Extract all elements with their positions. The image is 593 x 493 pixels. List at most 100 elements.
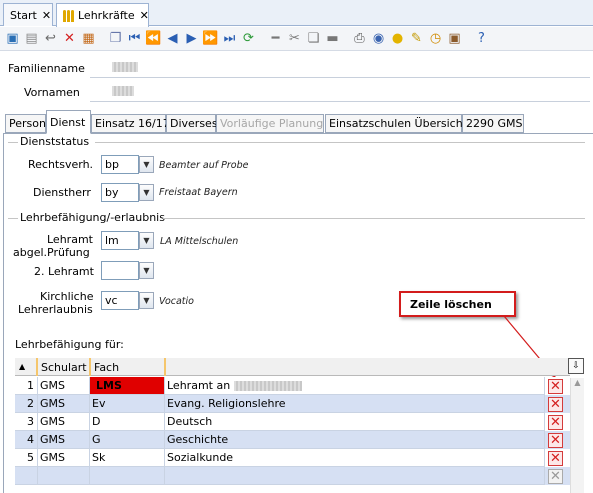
- cell-fach[interactable]: Ev: [90, 395, 165, 413]
- delete-row-icon[interactable]: ✕: [548, 433, 563, 448]
- table-row[interactable]: 1 GMS LMS Lehramt an: [15, 377, 570, 395]
- chevron-down-icon[interactable]: ▼: [139, 184, 154, 201]
- group-divider: [95, 142, 585, 143]
- cell-fach[interactable]: Sk: [90, 449, 165, 467]
- dienstherr-select[interactable]: by: [101, 183, 139, 202]
- delete-row-icon[interactable]: ✕: [548, 415, 563, 430]
- cell-fach[interactable]: G: [90, 431, 165, 449]
- cell-fach[interactable]: LMS: [90, 377, 165, 395]
- cell-bezeichnung[interactable]: [165, 467, 545, 485]
- cell-schulart[interactable]: GMS: [38, 431, 90, 449]
- cell-schulart[interactable]: [38, 467, 90, 485]
- lehramt2-label: 2. Lehramt: [34, 265, 94, 278]
- clock-icon[interactable]: ◷: [427, 30, 444, 48]
- rechtsverh-select[interactable]: bp: [101, 155, 139, 174]
- print-icon[interactable]: ⎙: [351, 30, 368, 48]
- doc-tab-lehrkraefte-label: Lehrkräfte: [78, 9, 135, 22]
- redacted-value: [112, 62, 138, 72]
- tab-2290-gms[interactable]: 2290 GMS: [462, 114, 524, 133]
- chevron-down-icon[interactable]: ▼: [139, 156, 154, 173]
- col-header-bezeichnung[interactable]: [164, 358, 544, 376]
- kirchliche-label-2: Lehrerlaubnis: [18, 303, 93, 316]
- refresh-icon[interactable]: ⟳: [240, 30, 257, 48]
- vornamen-field[interactable]: [90, 80, 590, 102]
- preview-icon[interactable]: ◉: [370, 30, 387, 48]
- cell-bezeichnung[interactable]: Evang. Religionslehre: [165, 395, 545, 413]
- doc-tab-start[interactable]: Start ✕: [3, 3, 53, 26]
- delete-row-icon: ✕: [548, 469, 563, 484]
- prev-icon[interactable]: ◀: [164, 30, 181, 48]
- cell-schulart[interactable]: GMS: [38, 377, 90, 395]
- copy2-icon[interactable]: ❏: [305, 30, 322, 48]
- row-number: [15, 467, 38, 485]
- undo-icon[interactable]: ↩: [42, 30, 59, 48]
- tab-vorlaeufige-planung: Vorläufige Planung: [216, 114, 324, 133]
- close-icon[interactable]: ✕: [140, 9, 149, 22]
- chevron-down-icon[interactable]: ▼: [139, 292, 154, 309]
- col-header-schulart[interactable]: Schulart: [36, 358, 89, 376]
- table-row-new[interactable]: [15, 467, 570, 485]
- new-icon[interactable]: ▣: [4, 30, 21, 48]
- tab-diverses[interactable]: Diverses: [166, 114, 218, 133]
- bulb-icon[interactable]: ●: [389, 30, 406, 48]
- dienststatus-title: Dienststatus: [20, 135, 90, 148]
- kirchliche-select[interactable]: vc: [101, 291, 139, 310]
- copy-icon[interactable]: ❐: [107, 30, 124, 48]
- paste-icon[interactable]: ▬: [324, 30, 341, 48]
- minus-icon[interactable]: ━: [267, 30, 284, 48]
- lehramt-label-2: abgel.Prüfung: [13, 246, 90, 259]
- dienstherr-desc: Freistaat Bayern: [159, 187, 238, 198]
- familienname-label: Familienname: [8, 62, 85, 75]
- row-number: 4: [15, 431, 38, 449]
- help-icon[interactable]: ?: [473, 30, 490, 48]
- lehramt-desc: LA Mittelschulen: [160, 236, 239, 247]
- delete-row-icon[interactable]: ✕: [548, 397, 563, 412]
- prev-page-icon[interactable]: ⏪: [145, 30, 162, 48]
- table-row[interactable]: 4 GMS G Geschichte: [15, 431, 570, 449]
- delete-icon[interactable]: ✕: [61, 30, 78, 48]
- sort-up-icon[interactable]: ▲: [19, 362, 25, 371]
- next-page-icon[interactable]: ⏩: [202, 30, 219, 48]
- rechtsverh-label: Rechtsverh.: [28, 158, 94, 171]
- table-row[interactable]: 3 GMS D Deutsch: [15, 413, 570, 431]
- chevron-down-icon[interactable]: ▼: [139, 232, 154, 249]
- tab-person[interactable]: Person: [5, 114, 46, 133]
- next-icon[interactable]: ▶: [183, 30, 200, 48]
- tab-dienst[interactable]: Dienst: [46, 110, 91, 134]
- col-header-fach[interactable]: Fach: [89, 358, 164, 376]
- last-icon[interactable]: ⏭: [221, 30, 238, 48]
- cut-icon[interactable]: ✂: [286, 30, 303, 48]
- settings-icon[interactable]: ✎: [408, 30, 425, 48]
- cell-bezeichnung[interactable]: Geschichte: [165, 431, 545, 449]
- doc-tab-start-label: Start: [10, 8, 37, 22]
- save-icon[interactable]: ▤: [23, 30, 40, 48]
- grid-scrollbar[interactable]: ▲: [570, 378, 584, 493]
- scroll-up-icon[interactable]: ▲: [571, 378, 584, 387]
- first-icon[interactable]: ⏮: [126, 30, 143, 48]
- table-row[interactable]: 2 GMS Ev Evang. Religionslehre: [15, 395, 570, 413]
- tab-einsatzschulen[interactable]: Einsatzschulen Übersicht: [325, 114, 467, 133]
- delete-row-icon[interactable]: ✕: [548, 379, 563, 394]
- familienname-field[interactable]: [90, 56, 590, 78]
- close-icon[interactable]: ✕: [42, 9, 51, 22]
- rechtsverh-desc: Beamter auf Probe: [159, 160, 249, 171]
- cell-schulart[interactable]: GMS: [38, 395, 90, 413]
- group-divider: [163, 218, 585, 219]
- delete-row-icon[interactable]: ✕: [548, 451, 563, 466]
- cell-bezeichnung[interactable]: Sozialkunde: [165, 449, 545, 467]
- tab-einsatz[interactable]: Einsatz 16/17: [91, 114, 170, 133]
- cell-fach[interactable]: [90, 467, 165, 485]
- cell-fach[interactable]: D: [90, 413, 165, 431]
- edit-icon[interactable]: ▦: [80, 30, 97, 48]
- lehramt2-select[interactable]: [101, 261, 139, 280]
- chevron-down-icon[interactable]: ▼: [139, 262, 154, 279]
- cell-bezeichnung[interactable]: Lehramt an: [165, 377, 545, 395]
- cell-schulart[interactable]: GMS: [38, 413, 90, 431]
- doc-tab-lehrkraefte[interactable]: Lehrkräfte ✕: [56, 3, 149, 27]
- cell-schulart[interactable]: GMS: [38, 449, 90, 467]
- table-row[interactable]: 5 GMS Sk Sozialkunde: [15, 449, 570, 467]
- cell-bezeichnung[interactable]: Deutsch: [165, 413, 545, 431]
- report-icon[interactable]: ▣: [446, 30, 463, 48]
- lehramt-select[interactable]: lm: [101, 231, 139, 250]
- column-chooser-icon[interactable]: ⇩: [568, 358, 584, 374]
